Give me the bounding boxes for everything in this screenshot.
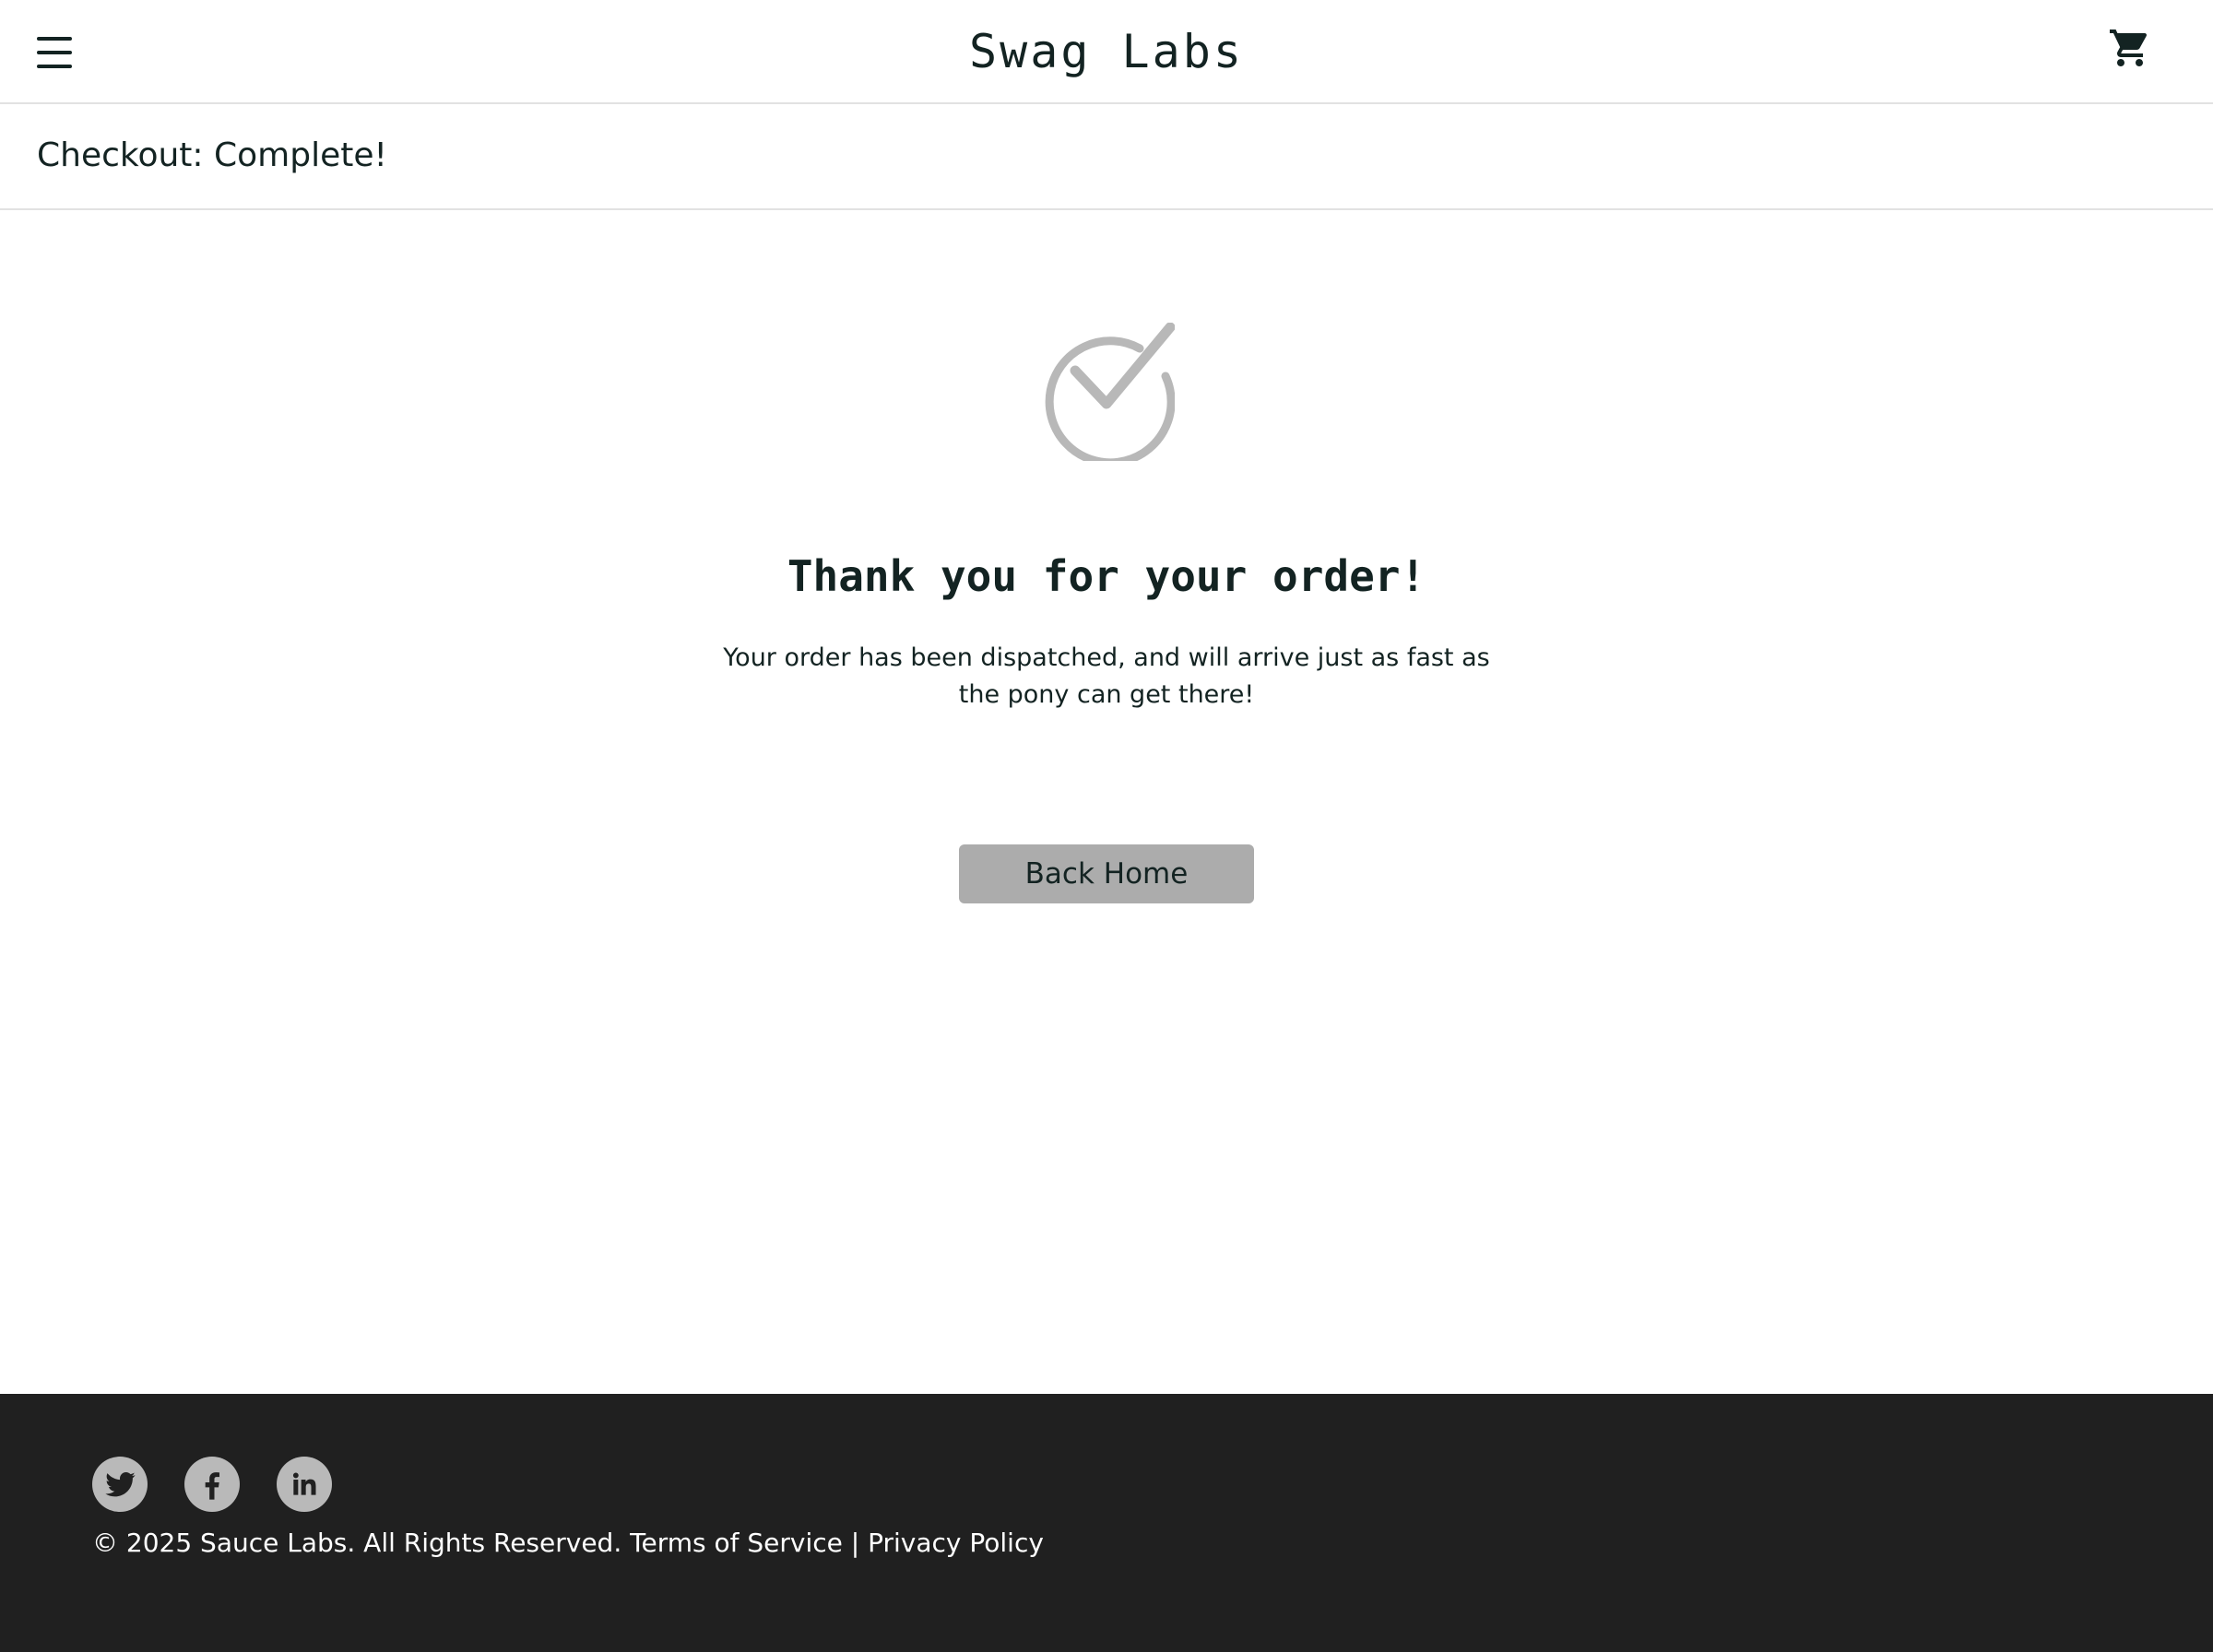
checkout-complete-page: Swag Labs Checkout: Complete! Thank you …: [0, 0, 2213, 1652]
checkmark-circle-icon-svg: [1045, 322, 1176, 467]
footer: © 2025 Sauce Labs. All Rights Reserved. …: [0, 1394, 2213, 1652]
twitter-icon[interactable]: [92, 1457, 148, 1512]
twitter-icon-svg: [105, 1472, 136, 1497]
secondary-header: Checkout: Complete!: [0, 104, 2213, 210]
facebook-icon[interactable]: [184, 1457, 240, 1512]
linkedin-icon-svg: [292, 1472, 316, 1495]
complete-header: Thank you for your order!: [787, 551, 1426, 601]
page-title: Checkout: Complete!: [37, 136, 387, 174]
linkedin-icon[interactable]: [277, 1457, 332, 1512]
checkmark-circle-icon: [1036, 322, 1176, 467]
footer-copy: © 2025 Sauce Labs. All Rights Reserved. …: [92, 1528, 1044, 1558]
primary-header: Swag Labs: [0, 0, 2213, 104]
facebook-icon-svg: [205, 1472, 219, 1500]
app-logo: Swag Labs: [969, 25, 1244, 78]
complete-text: Your order has been dispatched, and will…: [723, 643, 1490, 709]
shopping-cart-icon-svg: [2110, 30, 2148, 66]
shopping-cart-icon[interactable]: [2108, 26, 2152, 70]
back-home-button[interactable]: Back Home: [959, 844, 1254, 903]
